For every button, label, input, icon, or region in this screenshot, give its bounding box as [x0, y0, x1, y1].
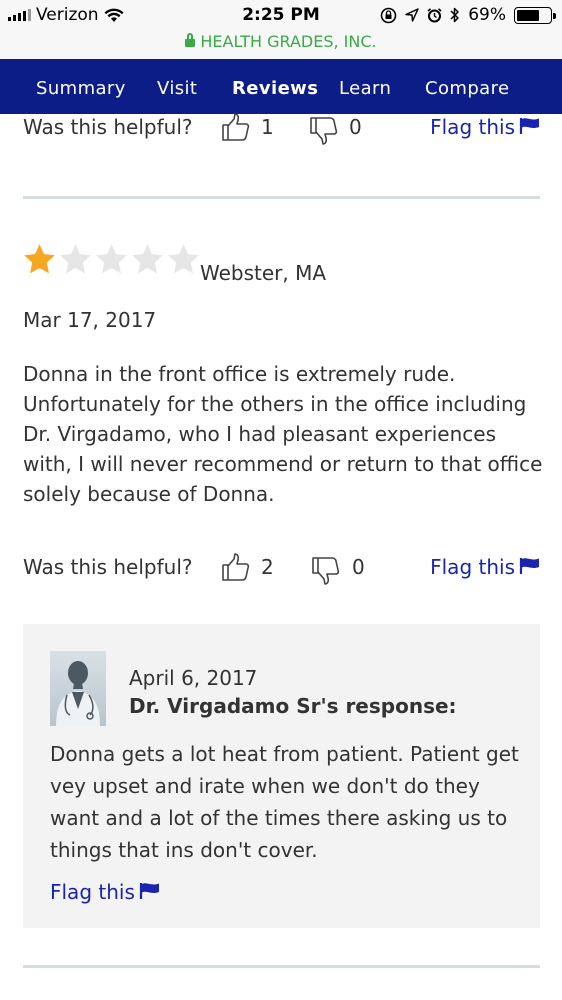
star-empty-icon	[168, 244, 199, 274]
location-icon	[405, 8, 419, 22]
flag-label: Flag this	[430, 115, 515, 139]
review-helpful-row: Was this helpful? 2 0 Flag this	[23, 553, 541, 587]
lock-icon	[185, 33, 196, 47]
helpful-down-count: 0	[349, 115, 362, 139]
thumbs-up-icon[interactable]	[220, 111, 252, 143]
url-domain: HEALTH GRADES, INC.	[200, 32, 377, 51]
alarm-icon	[427, 7, 442, 22]
review-divider	[23, 196, 540, 199]
flag-this-link[interactable]: Flag this	[50, 880, 161, 904]
star-filled-icon	[24, 244, 55, 274]
tab-learn[interactable]: Learn	[339, 78, 391, 99]
response-author: Dr. Virgadamo Sr's response:	[129, 694, 457, 718]
doctor-avatar	[50, 651, 106, 726]
status-bar: Verizon 2:25 PM 69%	[0, 0, 562, 31]
tab-compare[interactable]: Compare	[425, 78, 509, 99]
helpful-label: Was this helpful?	[23, 555, 193, 579]
response-date: April 6, 2017	[129, 666, 258, 690]
doctor-response: April 6, 2017 Dr. Virgadamo Sr's respons…	[23, 624, 540, 928]
tab-reviews[interactable]: Reviews	[232, 78, 318, 99]
url-bar[interactable]: HEALTH GRADES, INC.	[0, 31, 562, 59]
prev-helpful-row: Was this helpful? 1 0 Flag this	[23, 113, 541, 147]
flag-label: Flag this	[430, 555, 515, 579]
battery-percent: 69%	[468, 5, 506, 25]
response-text: Donna gets a lot heat from patient. Pati…	[50, 742, 519, 862]
flag-this-link[interactable]: Flag this	[430, 555, 541, 579]
battery-icon	[514, 6, 556, 24]
star-rating	[22, 242, 201, 277]
nav-tabs: Summary Visit Reviews Learn Compare	[0, 59, 562, 114]
flag-label: Flag this	[50, 880, 135, 904]
star-empty-icon	[60, 244, 91, 274]
flag-icon	[139, 882, 159, 899]
thumbs-up-icon[interactable]	[220, 551, 252, 583]
star-empty-icon	[132, 244, 163, 274]
helpful-down-count: 0	[352, 555, 365, 579]
flag-icon	[519, 117, 539, 134]
helpful-label: Was this helpful?	[23, 115, 193, 139]
review-text: Donna in the front office is extremely r…	[23, 362, 543, 506]
star-empty-icon	[96, 244, 127, 274]
bluetooth-icon	[450, 7, 459, 23]
review-location: Webster, MA	[200, 261, 327, 285]
thumbs-down-icon[interactable]	[310, 555, 342, 587]
tab-summary[interactable]: Summary	[36, 78, 126, 99]
flag-icon	[519, 557, 539, 574]
lock-rotation-icon	[380, 7, 397, 23]
tab-visit[interactable]: Visit	[157, 78, 197, 99]
flag-this-link[interactable]: Flag this	[430, 115, 541, 139]
status-icons: 69%	[380, 5, 556, 25]
helpful-up-count: 1	[261, 115, 274, 139]
thumbs-down-icon[interactable]	[308, 115, 340, 147]
review-date: Mar 17, 2017	[23, 308, 157, 332]
helpful-up-count: 2	[261, 555, 274, 579]
review-divider	[23, 965, 540, 968]
